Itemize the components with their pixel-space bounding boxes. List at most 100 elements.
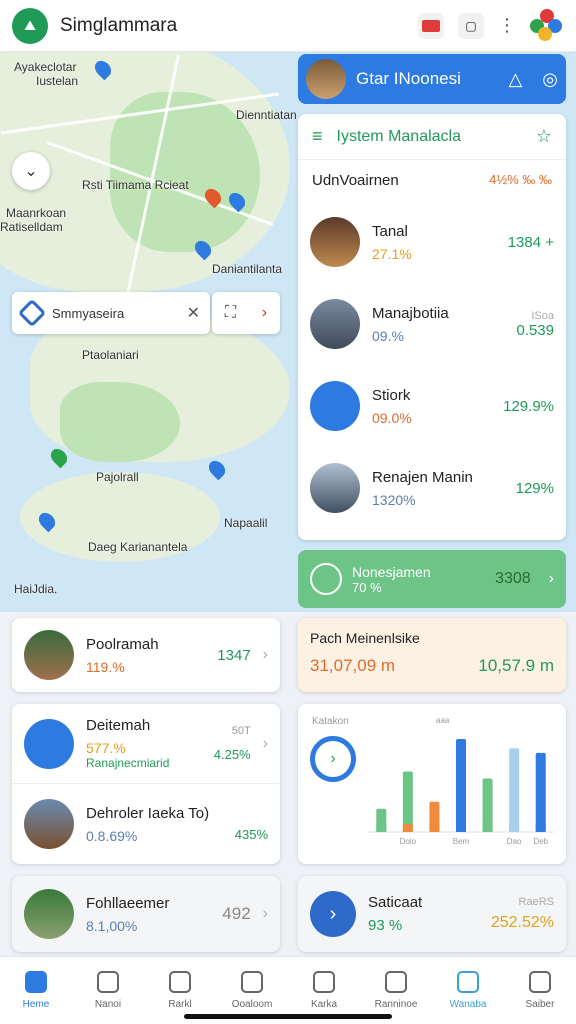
card-name: Fohllaeemer <box>86 894 170 912</box>
panel-row[interactable]: Tanal 27.1% 1384 + <box>298 201 566 283</box>
row-name: Tanal <box>372 222 408 240</box>
panel-sub-value: 4½% ‰ ‰ <box>489 172 552 187</box>
nav-label: Rarkl <box>168 999 192 1010</box>
green-banner[interactable]: Nonesjamen 70 % 3308 › <box>298 550 566 608</box>
card-pct: 0.8.69% <box>86 827 138 844</box>
chart-bar <box>509 748 520 832</box>
chart-tick-label: Deb <box>533 837 548 846</box>
nav-icon <box>529 971 551 993</box>
summary-card[interactable]: Pach Meinenlsike 31,07,09 m 10,57.9 m <box>298 618 566 692</box>
location-pin-icon[interactable] <box>47 445 71 469</box>
chart-card: Katakon aaa › Dolo Bem Dao Deb <box>298 704 566 864</box>
search-chip-label: Smmyaseira <box>52 305 125 321</box>
app-title: Simglammara <box>60 14 178 36</box>
nav-icon <box>313 971 335 993</box>
chart-bar <box>535 752 546 832</box>
list-card[interactable]: Fohllaeemer 8.1,00% 492 › <box>12 876 280 952</box>
chevron-right-icon[interactable]: › <box>263 646 268 664</box>
card-value-top: 50T <box>231 725 251 737</box>
card-pct: 119.% <box>86 658 125 675</box>
banner-line2: 70 % <box>352 579 382 595</box>
row-pct: 09.0% <box>372 409 412 426</box>
right-header[interactable]: Gtar INoonesi △ ◎ <box>298 54 566 104</box>
map-label: Ratiselldam <box>0 220 63 234</box>
nav-item[interactable]: Heme <box>0 957 72 1024</box>
row-pct: 27.1% <box>372 245 412 262</box>
hexagon-icon <box>17 298 47 328</box>
alert-icon[interactable]: △ <box>508 69 522 90</box>
row-name: Stiork <box>372 386 411 404</box>
panel-row[interactable]: Manajbotiia 09.% ISoa 0.539 <box>298 283 566 365</box>
chart-bar-base <box>535 824 546 832</box>
app-logo-icon[interactable]: ⛰ <box>12 7 48 44</box>
nav-label: Heme <box>22 999 50 1010</box>
arrow-right-icon: › <box>310 891 356 937</box>
top-bar: ⛰ Simglammara ▢ ⋮ <box>0 0 576 52</box>
chevron-right-icon[interactable]: › <box>263 735 268 753</box>
chart-bar <box>482 778 493 832</box>
list-card[interactable]: Poolramah 119.% 1347 › <box>12 618 280 692</box>
system-panel: ≡ Iystem Manalacla ☆ UdnVoairnen 4½% ‰ ‰… <box>298 114 566 540</box>
flag-icon[interactable] <box>418 12 444 39</box>
panel-row[interactable]: Renajen Manin 1320% 129% <box>298 447 566 529</box>
chevron-right-icon[interactable]: › <box>262 304 267 322</box>
summary-right-value: 10,57.9 m <box>478 656 554 675</box>
temple-thumbnail <box>306 59 346 99</box>
stats-card[interactable]: › Saticaat 93 % RaeRS 252.52% <box>298 876 566 952</box>
row-pct: 1320% <box>372 491 416 508</box>
chip-actions: ⛶ › <box>212 292 280 334</box>
row-right-value: 129.9% <box>503 397 554 415</box>
nav-label: Ranninoe <box>374 999 418 1010</box>
panel-row[interactable]: Stiork 09.0% 129.9% <box>298 365 566 447</box>
panel-subheader: UdnVoairnen 4½% ‰ ‰ <box>298 160 566 201</box>
bookmark-icon[interactable]: ▢ <box>458 12 484 39</box>
location-pin-icon[interactable] <box>205 457 229 481</box>
group-avatar <box>24 889 74 939</box>
location-icon[interactable]: ◎ <box>542 69 558 90</box>
list-item[interactable]: Dehroler Iaeka To) 0.8.69% 435% <box>12 784 280 864</box>
search-chip[interactable]: Smmyaseira ✕ <box>12 292 210 334</box>
chart-bar-base <box>456 824 466 832</box>
nav-item[interactable]: Saiber <box>504 957 576 1024</box>
map-label: HaiJdia. <box>14 582 58 596</box>
map-label: Maanrkoan <box>6 206 67 220</box>
nav-item[interactable]: Wanaba <box>432 957 504 1024</box>
row-right-value: 1384 + <box>507 233 554 251</box>
row-thumbnail <box>310 299 360 349</box>
row-thumbnail <box>310 463 360 513</box>
map-label: Ptaolaniari <box>82 348 139 362</box>
card-value: 492 <box>222 904 251 923</box>
map-label: Rsti Tiimama Rcieat <box>82 178 189 192</box>
row-pct: 09.% <box>372 327 404 344</box>
compass-icon[interactable]: ⌄ <box>12 152 50 190</box>
chart-tick-label: Dao <box>507 837 522 846</box>
stats-right-top: RaeRS <box>518 896 554 908</box>
chevron-right-icon[interactable]: › <box>549 570 554 588</box>
row-name: Manajbotiia <box>372 304 449 322</box>
map-label: Daniantilanta <box>212 262 283 276</box>
colorful-avatar-icon[interactable] <box>530 8 564 43</box>
more-options-icon[interactable]: ⋮ <box>498 15 516 36</box>
person-avatar-icon <box>24 718 74 769</box>
group-avatar <box>24 799 74 849</box>
row-name: Renajen Manin <box>372 468 473 486</box>
map-label: Ayakeclotar <box>14 60 77 74</box>
top-actions: ▢ ⋮ <box>418 8 564 43</box>
chart-bar-base <box>509 824 520 832</box>
banner-value: 3308 <box>495 570 531 587</box>
list-item[interactable]: Deitemah 577.% Ranajnecmiarid 50T 4.25% … <box>12 704 280 784</box>
row-right-top: ISoa <box>531 309 554 322</box>
menu-icon[interactable]: ≡ <box>312 126 323 147</box>
crowd-avatar <box>24 630 74 680</box>
nav-icon <box>457 971 479 993</box>
row-right-value: 129% <box>515 479 554 497</box>
right-header-title: Gtar INoonesi <box>356 69 461 88</box>
summary-left-value: 31,07,09 m <box>310 656 396 675</box>
walk-icon[interactable]: ⛶ <box>225 304 236 322</box>
star-icon[interactable]: ☆ <box>536 126 552 147</box>
card-name: Deitemah <box>86 717 151 734</box>
nav-item[interactable]: Nanoi <box>72 957 144 1024</box>
close-icon[interactable]: ✕ <box>187 303 200 323</box>
chevron-right-icon[interactable]: › <box>263 905 268 923</box>
nav-icon <box>25 971 47 993</box>
